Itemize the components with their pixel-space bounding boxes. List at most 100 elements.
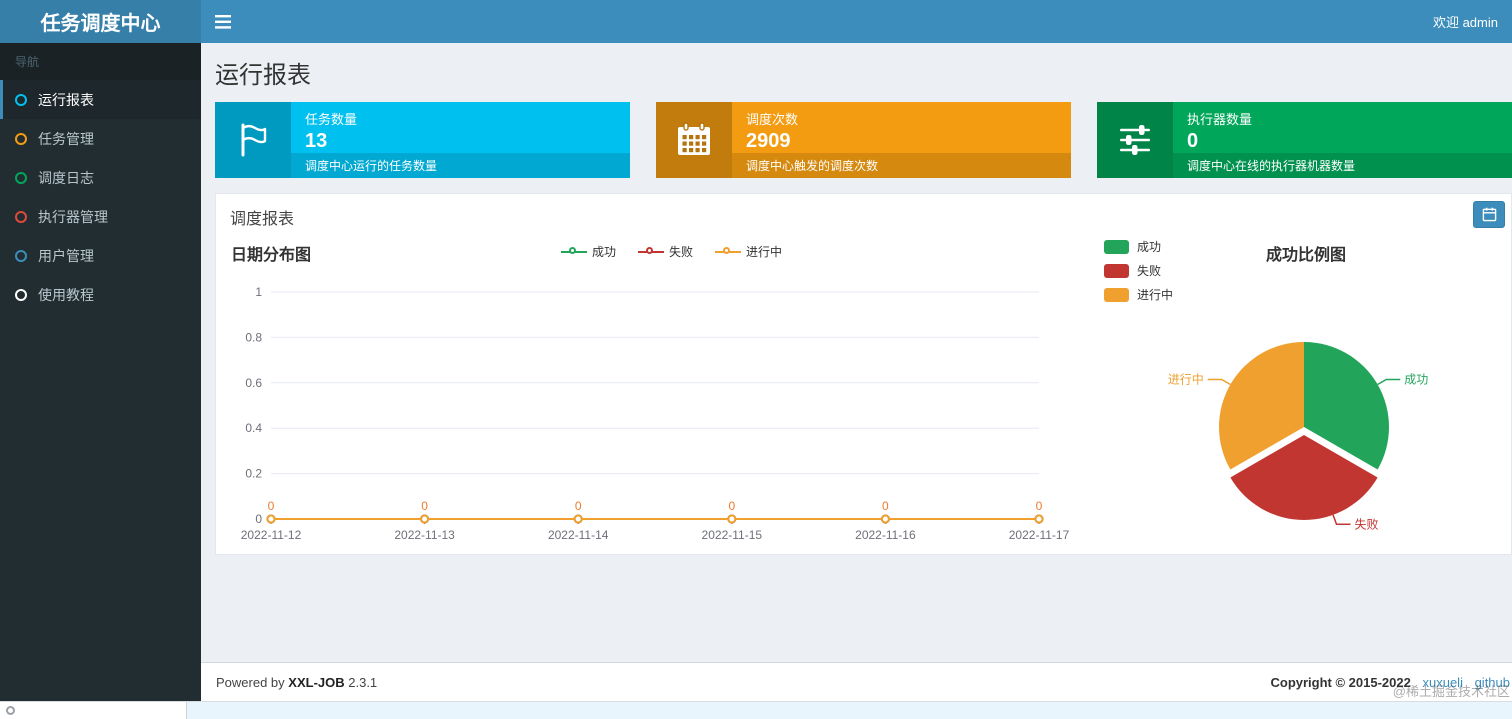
date-range-button[interactable]: [1473, 201, 1505, 228]
line-series-marker: [561, 246, 587, 258]
line-legend-item-1[interactable]: 失败: [638, 243, 693, 260]
sidebar-item-job-manage[interactable]: 任务管理: [0, 119, 201, 158]
pie-chart: 成功失败 进行中: [1168, 342, 1428, 531]
svg-text:2022-11-17: 2022-11-17: [1009, 528, 1070, 542]
bottom-overlay-strip: [0, 701, 1512, 719]
sidebar-item-label: 调度日志: [38, 169, 94, 186]
circle-icon: [6, 706, 15, 715]
info-box-value: 2909: [746, 130, 791, 152]
info-box-icon-area: [215, 102, 291, 178]
svg-text:0.8: 0.8: [245, 330, 262, 344]
line-chart-title: 日期分布图: [231, 247, 312, 264]
info-box-title: 任务数量: [305, 112, 358, 127]
sliders-icon: [1120, 125, 1150, 155]
info-boxes: 任务数量 13 调度中心运行的任务数量 调度次数 2909 调度中心触发的调度次数 执行器数…: [215, 102, 1512, 178]
svg-text:0.4: 0.4: [245, 421, 262, 435]
pie-legend-item-0[interactable]: 成功: [1104, 238, 1173, 255]
calendar-icon: [678, 122, 710, 155]
legend-label: 成功: [592, 245, 617, 259]
svg-text:2022-11-15: 2022-11-15: [702, 528, 763, 542]
panel-title: 调度报表: [230, 211, 295, 228]
main-content: 运行报表 任务数量 13 调度中心运行的任务数量 调度次数 2909 调度中心触发的调度次…: [201, 43, 1512, 701]
line-series-marker: [715, 246, 742, 258]
svg-text:2022-11-16: 2022-11-16: [855, 528, 916, 542]
legend-swatch: [1104, 239, 1129, 254]
watermark: @稀土掘金技术社区: [1392, 684, 1510, 699]
footer-brand-link[interactable]: XXL-JOB: [288, 675, 344, 690]
calendar-icon: [1482, 207, 1496, 222]
legend-label: 失败: [669, 245, 694, 259]
legend-label: 成功: [1137, 240, 1162, 254]
sidebar-item-executor-manage[interactable]: 执行器管理: [0, 197, 201, 236]
svg-text:0: 0: [575, 499, 582, 513]
info-box-value: 13: [305, 130, 328, 152]
info-box-0: 任务数量 13 调度中心运行的任务数量: [215, 102, 630, 178]
svg-text:2022-11-12: 2022-11-12: [241, 528, 302, 542]
line-legend-item-2[interactable]: 进行中: [715, 243, 782, 260]
svg-text:1: 1: [255, 285, 262, 299]
line-series-marker: [638, 246, 665, 258]
legend-label: 失败: [1137, 264, 1162, 278]
sidebar-item-label: 执行器管理: [38, 208, 108, 225]
sidebar-menu: 运行报表任务管理调度日志执行器管理用户管理使用教程: [0, 80, 201, 314]
top-navbar: 任务调度中心 欢迎 admin: [0, 0, 1512, 43]
sidebar-item-schedule-log[interactable]: 调度日志: [0, 158, 201, 197]
bars-icon: [215, 14, 231, 29]
line-legend-item-0[interactable]: 成功: [561, 243, 616, 260]
svg-text:0.6: 0.6: [245, 376, 262, 390]
circle-o-icon: [15, 288, 27, 301]
svg-text:2022-11-13: 2022-11-13: [394, 528, 455, 542]
line-chart-legend: 成功 失败 进行中: [561, 243, 782, 260]
pie-legend-item-1[interactable]: 失败: [1104, 262, 1173, 279]
sidebar-toggle-button[interactable]: [201, 0, 245, 43]
legend-swatch: [1104, 263, 1129, 278]
svg-text:0: 0: [728, 499, 735, 513]
svg-text:0: 0: [268, 499, 275, 513]
pie-chart-title: 成功比例图: [1265, 247, 1346, 264]
welcome-text: 欢迎 admin: [1432, 15, 1498, 30]
report-panel: 调度报表 日期分布图 成功 失败 进行中 0 0.2 0.4 0.6 0.8 1 2022-11…: [215, 193, 1512, 555]
svg-text:失败: 失败: [1354, 516, 1378, 531]
info-box-value: 0: [1187, 130, 1199, 152]
svg-text:0.2: 0.2: [245, 467, 262, 481]
svg-text:成功: 成功: [1404, 373, 1428, 387]
sidebar-item-user-manage[interactable]: 用户管理: [0, 236, 201, 275]
circle-o-icon: [15, 171, 27, 184]
footer-version: 2.3.1: [348, 674, 378, 690]
app-logo[interactable]: 任务调度中心: [0, 0, 201, 43]
page-title: 运行报表: [215, 62, 311, 89]
circle-o-icon: [15, 210, 27, 223]
line-chart: 0 0.2 0.4 0.6 0.8 1 2022-11-12 2022-11-13 2022-1…: [241, 285, 1070, 542]
svg-text:0: 0: [421, 499, 428, 513]
overlay-window-corner: [0, 702, 187, 719]
sidebar: 导航 运行报表任务管理调度日志执行器管理用户管理使用教程: [0, 43, 201, 701]
info-box-title: 执行器数量: [1187, 112, 1253, 127]
footer-powered-by: Powered by XXL-JOB 2.3.1: [216, 675, 377, 690]
footer: Powered by XXL-JOB 2.3.1 Copyright © 201…: [201, 662, 1512, 701]
svg-text:0: 0: [1036, 499, 1043, 513]
svg-text:0: 0: [882, 499, 889, 513]
flag-icon: [241, 123, 267, 157]
circle-o-icon: [15, 93, 27, 106]
svg-text:2022-11-14: 2022-11-14: [548, 528, 609, 542]
info-box-footer: 调度中心运行的任务数量: [291, 153, 630, 178]
info-box-icon-area: [656, 102, 732, 178]
svg-text:进行中: 进行中: [1168, 372, 1204, 387]
circle-o-icon: [15, 249, 27, 262]
circle-o-icon: [15, 132, 27, 145]
sidebar-item-run-report[interactable]: 运行报表: [0, 80, 201, 119]
sidebar-item-label: 运行报表: [38, 91, 94, 108]
info-box-footer: 调度中心在线的执行器机器数量: [1173, 153, 1512, 178]
info-box-2: 执行器数量 0 调度中心在线的执行器机器数量: [1097, 102, 1512, 178]
legend-label: 进行中: [746, 245, 783, 259]
sidebar-nav-label: 导航: [0, 43, 201, 80]
info-box-icon-area: [1097, 102, 1173, 178]
sidebar-item-label: 任务管理: [38, 130, 94, 147]
info-box-title: 调度次数: [746, 112, 799, 127]
info-box-1: 调度次数 2909 调度中心触发的调度次数: [656, 102, 1071, 178]
info-box-footer: 调度中心触发的调度次数: [732, 153, 1071, 178]
powered-prefix: Powered by: [216, 674, 285, 690]
sidebar-item-tutorial[interactable]: 使用教程: [0, 275, 201, 314]
sidebar-item-label: 用户管理: [38, 247, 94, 264]
copyright-text: Copyright © 2015-2022: [1270, 674, 1411, 690]
